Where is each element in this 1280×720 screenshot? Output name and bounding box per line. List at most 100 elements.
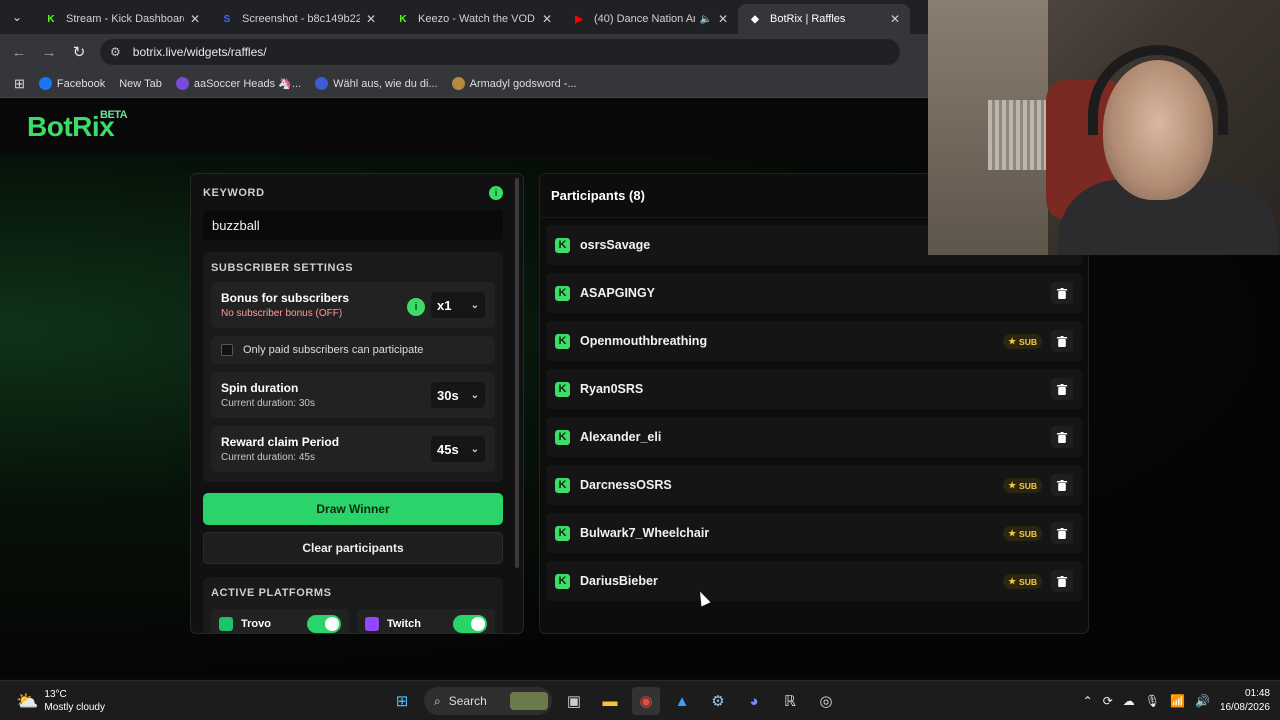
trash-icon[interactable]: [1051, 330, 1073, 352]
subscriber-settings-label: SUBSCRIBER SETTINGS: [211, 262, 354, 274]
claim-period-select[interactable]: 45s ⌄: [431, 436, 485, 462]
close-tab-icon[interactable]: ✕: [890, 12, 900, 26]
browser-tab[interactable]: ▶ (40) Dance Nation Ant 🔈 ✕: [562, 4, 738, 34]
keyword-input[interactable]: buzzball: [203, 210, 503, 240]
claim-current: Current duration: 45s: [221, 452, 315, 463]
tab-title: Stream - Kick Dashboard: [66, 13, 184, 25]
trash-icon[interactable]: [1051, 282, 1073, 304]
chrome-icon[interactable]: ◉: [632, 687, 660, 715]
bookmark-item[interactable]: New Tab: [119, 77, 162, 90]
spin-title: Spin duration: [221, 381, 299, 395]
draw-winner-button[interactable]: Draw Winner: [203, 493, 503, 525]
close-tab-icon[interactable]: ✕: [718, 12, 728, 26]
tab-title: Keezo - Watch the VOD o: [418, 13, 536, 25]
participant-name: Ryan0SRS: [580, 382, 644, 396]
bookmark-item[interactable]: Armadyl godsword -...: [451, 77, 577, 90]
bookmark-item[interactable]: aaSoccer Heads 🦄...: [175, 77, 301, 90]
runelite-icon[interactable]: ℝ: [776, 687, 804, 715]
tab-search-icon[interactable]: ⌄: [0, 0, 34, 34]
bonus-multiplier-select[interactable]: x1 ⌄: [431, 292, 485, 318]
browser-tab[interactable]: S Screenshot - b8c149b2265 ✕: [210, 4, 386, 34]
twitch-icon: [365, 617, 379, 631]
url-input[interactable]: ⚙ botrix.live/widgets/raffles/: [100, 39, 900, 65]
discord-icon[interactable]: ◕: [740, 687, 768, 715]
trash-icon[interactable]: [1051, 378, 1073, 400]
clear-participants-button[interactable]: Clear participants: [203, 532, 503, 564]
kick-icon: K: [555, 333, 570, 349]
participant-name: DarcnessOSRS: [580, 478, 672, 492]
bookmark-label: Facebook: [56, 77, 106, 90]
forward-icon[interactable]: →: [34, 44, 64, 61]
browser-tab[interactable]: K Keezo - Watch the VOD o ✕: [386, 4, 562, 34]
botrix-logo[interactable]: BotRix BETA: [27, 109, 128, 143]
tab-favicon-icon: S: [220, 12, 234, 26]
trash-icon[interactable]: [1051, 570, 1073, 592]
weather-widget[interactable]: ⛅ 13°C Mostly cloudy: [16, 688, 105, 714]
platform-toggle[interactable]: [307, 615, 341, 633]
apps-grid-icon[interactable]: ⊞: [14, 76, 25, 92]
spin-current: Current duration: 30s: [221, 398, 315, 409]
platform-toggle[interactable]: [453, 615, 487, 633]
bookmark-item[interactable]: Wähl aus, wie du di...: [315, 77, 438, 90]
participant-row: K DariusBieber ★ SUB: [546, 561, 1082, 601]
spin-duration-value: 30s: [437, 387, 459, 403]
kick-icon: K: [555, 237, 570, 253]
spin-duration-select[interactable]: 30s ⌄: [431, 382, 485, 408]
browser-tab[interactable]: K Stream - Kick Dashboard ✕: [34, 4, 210, 34]
webcam-headset: [1088, 45, 1228, 135]
browser-tab[interactable]: ◆ BotRix | Raffles ✕: [738, 4, 910, 34]
webcam-radiator: [988, 100, 1048, 170]
search-highlight-icon: [510, 692, 548, 710]
volume-icon[interactable]: 🔊: [1195, 694, 1210, 708]
steam-icon[interactable]: ⚙: [704, 687, 732, 715]
bonus-info-icon[interactable]: i: [407, 298, 425, 316]
reload-icon[interactable]: ↻: [64, 43, 94, 61]
spin-duration-setting: Spin duration Current duration: 30s 30s …: [211, 372, 495, 418]
windows-start-icon[interactable]: ⊞: [388, 687, 416, 715]
clock[interactable]: 01:48 16/08/2026: [1220, 687, 1270, 715]
sync-icon[interactable]: ⟳: [1103, 694, 1113, 708]
speaker-icon[interactable]: 🔈: [699, 14, 711, 25]
obs-icon[interactable]: ◎: [812, 687, 840, 715]
system-tray: ⌃ ⟳ ☁ 🎙 📶 🔊 01:48 16/08/2026: [1083, 687, 1270, 715]
taskbar-search[interactable]: ⌕ Search: [424, 687, 552, 715]
wifi-icon[interactable]: 📶: [1170, 694, 1185, 708]
participant-name: DariusBieber: [580, 574, 658, 588]
trash-icon[interactable]: [1051, 426, 1073, 448]
active-platforms-label: ACTIVE PLATFORMS: [211, 587, 332, 599]
clock-time: 01:48: [1244, 688, 1270, 699]
weather-temp: 13°C: [44, 689, 67, 700]
site-info-icon[interactable]: ⚙: [110, 45, 121, 59]
bookmark-icon: [315, 77, 329, 90]
close-tab-icon[interactable]: ✕: [366, 12, 376, 26]
close-tab-icon[interactable]: ✕: [542, 12, 552, 26]
file-explorer-icon[interactable]: ▬: [596, 687, 624, 715]
url-text: botrix.live/widgets/raffles/: [132, 45, 267, 59]
settings-scrollbar[interactable]: [515, 178, 519, 568]
close-tab-icon[interactable]: ✕: [190, 12, 200, 26]
keyword-value: buzzball: [212, 217, 260, 233]
star-icon: ★: [1008, 336, 1017, 346]
beta-badge: BETA: [100, 109, 128, 121]
address-bar: ← → ↻ ⚙ botrix.live/widgets/raffles/: [0, 34, 928, 70]
chevron-up-icon[interactable]: ⌃: [1083, 694, 1093, 708]
trash-icon[interactable]: [1051, 474, 1073, 496]
participants-list: KosrsSavage K ASAPGINGY K Openmouthbreathing…: [546, 225, 1082, 609]
only-paid-checkbox[interactable]: [221, 344, 233, 356]
back-icon[interactable]: ←: [4, 44, 34, 61]
bookmark-item[interactable]: Facebook: [38, 77, 106, 90]
only-paid-option[interactable]: Only paid subscribers can participate: [211, 336, 495, 364]
onedrive-icon[interactable]: ☁: [1123, 694, 1135, 708]
photos-icon[interactable]: ▲: [668, 687, 696, 715]
bookmark-label: Wähl aus, wie du di...: [333, 77, 438, 90]
trash-icon[interactable]: [1051, 522, 1073, 544]
kick-icon: K: [555, 381, 570, 397]
microphone-icon[interactable]: 🎙: [1145, 694, 1160, 708]
task-view-icon[interactable]: ▣: [560, 687, 588, 715]
active-platforms: ACTIVE PLATFORMS Trovo Twitch: [203, 577, 503, 633]
keyword-info-icon[interactable]: i: [489, 186, 503, 200]
kick-icon: K: [555, 429, 570, 445]
tab-favicon-icon: K: [396, 12, 410, 26]
sub-badge: ★ SUB: [1003, 478, 1042, 493]
bonus-setting: Bonus for subscribers No subscriber bonu…: [211, 282, 495, 328]
